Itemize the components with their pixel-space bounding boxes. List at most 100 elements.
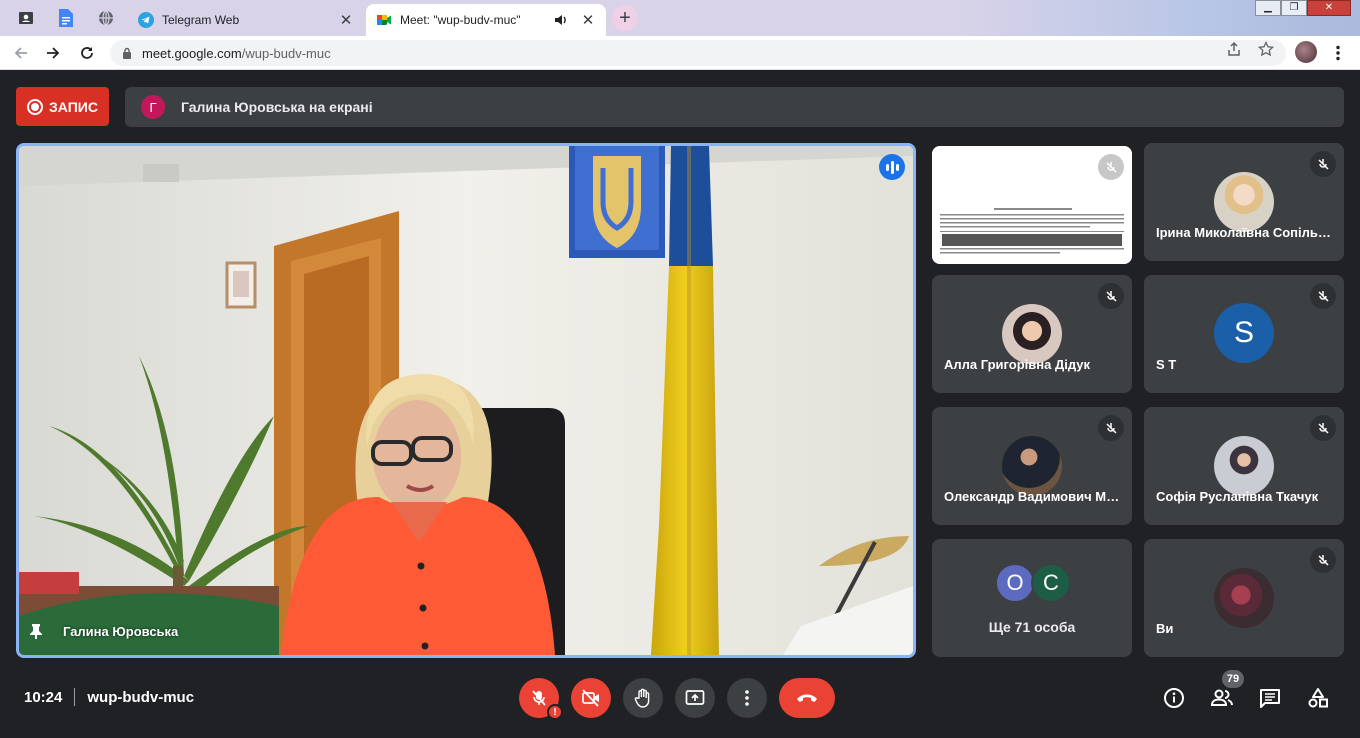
chat-button[interactable] [1256,684,1284,712]
close-window-icon[interactable]: ✕ [1307,0,1351,16]
speaker-icon[interactable] [554,14,568,26]
self-avatar [1214,568,1274,628]
meeting-info: 10:24 wup-budv-muc [24,688,194,706]
browser-menu-button[interactable] [1330,42,1346,64]
reload-icon [81,47,93,59]
new-tab-button[interactable]: + [612,5,638,31]
present-screen-button[interactable] [675,678,715,718]
mic-off-icon [532,690,546,706]
participant-tile[interactable]: S S T [1144,275,1344,393]
pinned-tab-web[interactable] [88,4,124,32]
browser-toolbar: meet.google.com/wup-budv-muc [0,36,1360,70]
url-host: meet.google.com [142,45,242,61]
mic-off-icon [1310,547,1336,573]
presentation-tile[interactable] [932,146,1132,264]
mic-off-icon [1310,415,1336,441]
participant-avatar [1002,436,1062,496]
participant-initial-avatar: О [995,563,1035,603]
arrow-left-icon [14,47,27,59]
hand-icon [634,688,650,708]
mic-off-icon [1098,415,1124,441]
participant-name: Софія Русланівна Ткачук [1156,489,1319,504]
raise-hand-button[interactable] [623,678,663,718]
speaking-indicator-icon [879,154,905,180]
share-icon[interactable] [1226,41,1242,57]
mic-off-icon [1310,283,1336,309]
participant-tile[interactable]: Олександр Вадимович Марченко [932,407,1132,525]
microphone-toggle-button[interactable]: ! [519,678,563,720]
tab-title: Telegram Web [162,13,240,27]
record-icon [27,98,44,115]
present-to-all-icon [685,690,705,705]
google-meet-icon [377,15,391,25]
reload-button[interactable] [76,42,98,64]
speaker-video-frame [19,146,913,655]
main-speaker-label: Галина Юровська [29,623,178,639]
close-tab-icon[interactable]: ✕ [338,11,354,29]
close-tab-icon[interactable]: ✕ [580,11,596,29]
participant-initial-avatar: S [1214,303,1274,363]
activities-shapes-icon [1308,688,1328,708]
more-options-button[interactable] [727,678,767,718]
more-participants-avatars: О С [995,563,1071,603]
presentation-banner: Г Галина Юровська на екрані [125,87,1344,127]
telegram-icon [138,12,154,28]
mic-off-icon [1098,154,1124,180]
meeting-details-button[interactable] [1160,684,1188,712]
docs-icon [59,9,73,27]
arrow-right-icon [47,47,60,59]
mic-off-icon [1310,151,1336,177]
participant-name: Олександр Вадимович Марченко [944,489,1120,504]
globe-icon [99,10,113,26]
pinned-tab-contacts[interactable] [8,4,44,32]
url-path: /wup-budv-muc [241,45,331,61]
participant-name: Алла Григорівна Дідук [944,357,1090,372]
back-button[interactable] [10,42,32,64]
browser-tab-strip: Telegram Web ✕ Meet: "wup-budv-muc" ✕ + … [0,0,1360,36]
info-icon [1164,688,1184,708]
participant-name: Ірина Миколаївна Сопільник [1156,225,1332,240]
more-vert-icon [1336,45,1340,61]
activities-button[interactable] [1304,684,1332,712]
participant-tile[interactable]: Ірина Миколаївна Сопільник [1144,143,1344,261]
participant-tile[interactable]: Софія Русланівна Ткачук [1144,407,1344,525]
self-tile[interactable]: Ви [1144,539,1344,657]
people-icon [1210,689,1233,706]
tab-telegram[interactable]: Telegram Web ✕ [128,4,364,36]
people-count-badge: 79 [1222,670,1244,688]
window-controls: ▁ ❐ ✕ [1255,0,1351,16]
address-bar[interactable]: meet.google.com/wup-budv-muc [110,40,1286,66]
recording-button[interactable]: ЗАПИС [16,87,109,126]
presenter-avatar: Г [141,95,165,119]
main-speaker-video[interactable]: Галина Юровська [16,143,916,658]
meeting-time: 10:24 [24,688,63,706]
pinned-tab-docs[interactable] [48,4,84,32]
minimize-icon[interactable]: ▁ [1255,0,1281,16]
tab-title: Meet: "wup-budv-muc" [400,13,521,27]
divider [74,688,76,706]
people-button[interactable] [1208,684,1236,712]
participant-initial-avatar: С [1031,563,1071,603]
forward-button[interactable] [42,42,64,64]
recording-label: ЗАПИС [49,98,98,115]
profile-avatar[interactable] [1295,41,1317,63]
more-participants-tile[interactable]: О С Ще 71 особа [932,539,1132,657]
pin-icon[interactable] [29,623,43,639]
main-speaker-name: Галина Юровська [63,623,179,639]
participant-avatar [1214,172,1274,232]
maximize-icon[interactable]: ❐ [1281,0,1307,16]
tab-meet[interactable]: Meet: "wup-budv-muc" ✕ [366,4,606,36]
participant-tile[interactable]: Алла Григорівна Дідук [932,275,1132,393]
participant-name: S T [1156,357,1177,372]
meeting-code: wup-budv-muc [87,688,195,706]
participant-name: Ви [1156,621,1174,636]
lock-icon [123,47,131,59]
bookmark-star-icon[interactable] [1258,41,1274,57]
mic-off-icon [1098,283,1124,309]
warning-icon: ! [547,704,563,720]
leave-call-button[interactable] [779,678,835,718]
camera-toggle-button[interactable] [571,678,611,718]
participant-avatar [1214,436,1274,496]
videocam-off-icon [582,689,599,707]
presenting-text: Галина Юровська на екрані [181,99,373,115]
